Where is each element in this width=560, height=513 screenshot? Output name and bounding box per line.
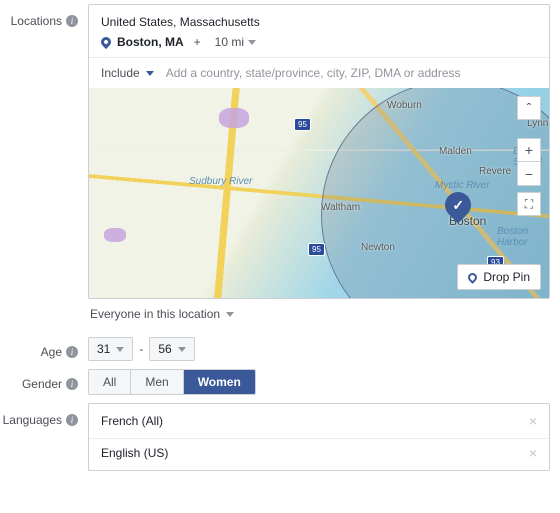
languages-box: French (All) × English (US) × [88,403,550,471]
map-zoom-in-button[interactable]: + [517,138,541,162]
location-scope-label: Everyone in this location [90,307,220,321]
location-search-input[interactable] [162,58,539,88]
remove-icon[interactable]: × [529,413,537,429]
route-shield-icon: 95 [308,243,325,256]
chevron-down-icon [178,347,186,352]
gender-segmented: All Men Women [88,369,256,395]
map-label: Mystic River [435,180,489,191]
radius-dropdown[interactable]: 10 mi [215,35,256,49]
chevron-down-icon [116,347,124,352]
age-label: Age [41,345,62,359]
language-name: English (US) [101,446,168,460]
info-icon[interactable]: i [66,15,78,27]
locations-box: United States, Massachusetts Boston, MA … [88,4,550,299]
pin-icon [99,35,113,49]
map-zoom-out-button[interactable]: − [517,162,541,186]
language-item: English (US) × [89,438,549,470]
radius-separator: + [194,35,201,49]
map-pan-up-button[interactable]: ˆ [517,96,541,120]
selected-location[interactable]: Boston, MA + 10 mi [101,35,537,49]
map-label: Sudbury River [189,176,252,187]
age-max-dropdown[interactable]: 56 [149,337,194,361]
chevron-down-icon [146,71,154,76]
map-label: Boston Harbor [497,226,537,248]
age-max-value: 56 [158,342,171,356]
route-shield-icon: 95 [294,118,311,131]
map[interactable]: Sudbury River Mystic River Broad Sound B… [89,88,549,298]
gender-option-all[interactable]: All [89,370,131,394]
drop-pin-label: Drop Pin [483,270,530,284]
pin-icon [466,271,479,284]
language-item: French (All) × [89,404,549,438]
include-dropdown[interactable]: Include [99,58,162,88]
location-region: United States, Massachusetts [101,15,537,29]
gender-option-women[interactable]: Women [184,370,255,394]
language-name: French (All) [101,414,163,428]
selected-city: Boston, MA [117,35,184,49]
drop-pin-button[interactable]: Drop Pin [457,264,541,290]
include-label: Include [101,66,140,80]
chevron-down-icon [248,40,256,45]
gender-option-men[interactable]: Men [131,370,183,394]
map-shape [219,108,249,128]
map-label: Woburn [387,100,422,111]
map-shape [104,228,126,242]
age-min-value: 31 [97,342,110,356]
map-label: Waltham [321,202,360,213]
info-icon[interactable]: i [66,378,78,390]
age-min-dropdown[interactable]: 31 [88,337,133,361]
map-fullscreen-button[interactable]: ⛶ [517,192,541,216]
remove-icon[interactable]: × [529,445,537,461]
locations-label: Locations [11,14,62,28]
info-icon[interactable]: i [66,346,78,358]
map-label: Revere [479,166,511,177]
age-separator: - [139,342,143,356]
location-scope-dropdown[interactable]: Everyone in this location [88,299,550,329]
radius-value: 10 mi [215,35,244,49]
info-icon[interactable]: i [66,414,78,426]
languages-label: Languages [3,413,62,427]
gender-label: Gender [22,377,62,391]
map-label: Malden [439,146,472,157]
chevron-down-icon [226,312,234,317]
map-label: Newton [361,242,395,253]
